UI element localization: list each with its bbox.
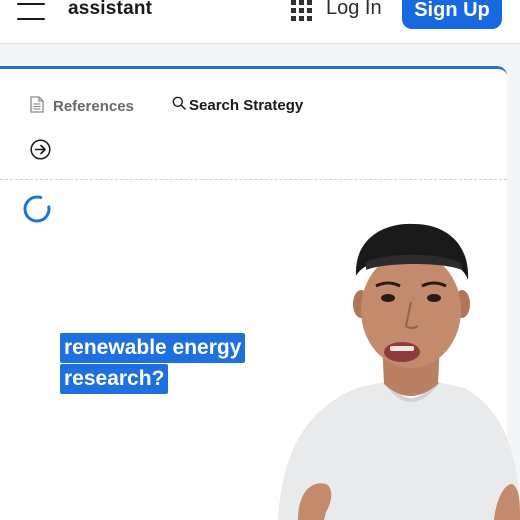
- tab-references-label: References: [53, 98, 134, 115]
- search-icon: [172, 96, 186, 114]
- brand-title: assistant: [68, 0, 153, 19]
- hamburger-menu-icon[interactable]: [17, 1, 45, 21]
- document-icon: [30, 96, 44, 117]
- presenter-video-overlay: [268, 222, 520, 520]
- tab-references[interactable]: References: [30, 96, 134, 117]
- signup-button[interactable]: Sign Up: [402, 0, 502, 29]
- section-divider: [0, 179, 507, 180]
- grid-apps-icon[interactable]: [291, 0, 312, 21]
- tab-search-strategy[interactable]: Search Strategy: [172, 96, 303, 114]
- loading-spinner-icon: [22, 194, 52, 224]
- top-navbar: assistant Log In Sign Up: [0, 0, 520, 44]
- caption-line: renewable energy: [60, 333, 246, 363]
- login-link[interactable]: Log In: [326, 0, 382, 20]
- caption-overlay: renewable energy research?: [60, 333, 246, 395]
- arrow-right-circle-icon[interactable]: [30, 139, 51, 160]
- caption-line: research?: [60, 364, 169, 394]
- tab-search-strategy-label: Search Strategy: [189, 96, 304, 114]
